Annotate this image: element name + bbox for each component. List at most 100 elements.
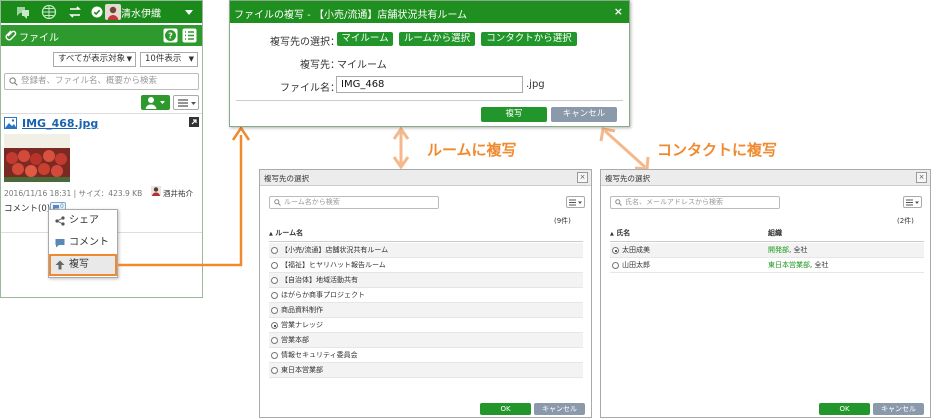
paperclip-icon xyxy=(5,30,17,41)
close-icon[interactable]: × xyxy=(577,172,588,183)
divider xyxy=(610,241,924,242)
view-options-button[interactable] xyxy=(173,95,199,110)
radio-button[interactable] xyxy=(271,352,278,359)
list-item[interactable]: 【自治体】地域活動共有 xyxy=(269,273,583,288)
dialog-header: 複写先の選択 × xyxy=(601,170,930,186)
menu-item-label: コメント xyxy=(69,237,109,248)
radio-button[interactable] xyxy=(271,262,278,269)
menu-icon xyxy=(906,199,919,206)
file-name-link[interactable]: IMG_468.jpg xyxy=(22,117,98,130)
radio-button[interactable] xyxy=(271,292,278,299)
org-rest: , 全社 xyxy=(810,261,829,269)
list-view-icon[interactable] xyxy=(182,28,197,43)
room-search-input[interactable]: ルーム名から検索 xyxy=(269,196,439,209)
radio-button[interactable] xyxy=(612,247,619,254)
view-options-button[interactable] xyxy=(566,196,585,208)
file-thumbnail-image[interactable] xyxy=(4,134,70,182)
menu-item-comment[interactable]: コメント xyxy=(49,232,117,254)
radio-button[interactable] xyxy=(271,322,278,329)
list-item[interactable]: 【福祉】ヒヤリハット報告ルーム xyxy=(269,258,583,273)
org-link[interactable]: 開発部 xyxy=(768,246,789,254)
cancel-button[interactable]: キャンセル xyxy=(873,403,924,415)
ok-button[interactable]: OK xyxy=(480,403,531,415)
radio-button[interactable] xyxy=(271,277,278,284)
my-room-button[interactable]: マイルーム xyxy=(337,32,393,46)
list-item[interactable]: 営業本部 xyxy=(269,333,583,348)
radio-button[interactable] xyxy=(271,367,278,374)
dest-select-label: 複写先の選択： xyxy=(270,37,340,48)
filter-select[interactable]: すべてが表示対象 ▼ xyxy=(53,52,136,67)
list-item[interactable]: 山田太郎 東日本営業部, 全社 xyxy=(610,258,924,273)
ok-button[interactable]: OK xyxy=(819,403,870,415)
dest-value: マイルーム xyxy=(337,60,387,71)
list-item[interactable]: 営業ナレッジ xyxy=(269,318,583,333)
radio-button[interactable] xyxy=(271,307,278,314)
room-select-dialog: 複写先の選択 × ルーム名から検索 (9件) ▲ ルーム名 【小売/流通】店舗状… xyxy=(259,169,592,418)
room-name: 【自治体】地域活動共有 xyxy=(281,276,358,284)
menu-icon xyxy=(178,99,196,107)
close-icon[interactable]: × xyxy=(916,172,927,183)
chat-icon[interactable] xyxy=(15,4,31,20)
column-header-room-name[interactable]: ▲ ルーム名 xyxy=(269,227,583,240)
list-item[interactable]: 商品資料制作 xyxy=(269,303,583,318)
swap-icon[interactable] xyxy=(67,4,83,20)
search-icon xyxy=(274,199,281,206)
cancel-button[interactable]: キャンセル xyxy=(534,403,585,415)
room-copy-annotation: ルームに複写 xyxy=(427,141,517,159)
radio-button[interactable] xyxy=(271,337,278,344)
menu-item-share[interactable]: シェア xyxy=(49,210,117,232)
divider xyxy=(236,100,623,101)
dialog-title: 複写先の選択 xyxy=(605,174,650,183)
uploader-avatar xyxy=(151,186,161,196)
section-title: ファイル xyxy=(19,33,59,44)
column-header-org[interactable]: 組織 xyxy=(768,227,918,240)
menu-item-copy[interactable]: 複写 xyxy=(49,254,117,276)
filter-select-value: すべてが表示対象 xyxy=(58,54,126,64)
per-page-select[interactable]: 10件表示 ▼ xyxy=(140,52,198,67)
image-file-icon xyxy=(4,117,17,129)
dialog-header: ファイルの複写 - 【小売/流通】店舗状況共有ルーム × xyxy=(230,1,629,23)
user-filter-button[interactable] xyxy=(141,95,170,110)
comment-count-label[interactable]: コメント(0) xyxy=(4,202,50,214)
user-menu-caret-icon[interactable] xyxy=(181,4,197,20)
search-icon xyxy=(615,199,622,206)
user-name[interactable]: 清水伊織 xyxy=(121,5,161,20)
column-header-name[interactable]: ▲ 氏名 xyxy=(610,227,760,240)
cancel-button[interactable]: キャンセル xyxy=(551,107,617,122)
globe-icon[interactable] xyxy=(41,4,57,20)
uploader-name[interactable]: 酒井祐介 xyxy=(163,188,193,199)
menu-item-label: 複写 xyxy=(69,259,89,270)
filename-input[interactable]: IMG_468 xyxy=(336,76,523,93)
room-name: 情報セキュリティ委員会 xyxy=(281,351,358,359)
search-input[interactable]: 登録者、ファイル名、概要から検索 xyxy=(4,73,199,90)
expand-icon[interactable] xyxy=(189,117,199,127)
avatar[interactable] xyxy=(105,4,121,20)
view-options-button[interactable] xyxy=(903,196,922,208)
close-icon[interactable]: × xyxy=(614,5,623,18)
contact-name: 太田成美 xyxy=(622,246,650,254)
column-label: 氏名 xyxy=(616,229,631,237)
room-name: 営業ナレッジ xyxy=(281,321,323,329)
help-icon[interactable]: ? xyxy=(163,28,178,43)
dest-label: 複写先： xyxy=(300,60,340,71)
copy-file-dialog: ファイルの複写 - 【小売/流通】店舗状況共有ルーム × 複写先の選択： マイル… xyxy=(229,0,630,127)
list-item[interactable]: 太田成美 開発部, 全社 xyxy=(610,243,924,258)
list-item[interactable]: 情報セキュリティ委員会 xyxy=(269,348,583,363)
file-section-header: ファイル ? xyxy=(1,25,202,46)
select-from-contact-button[interactable]: コンタクトから選択 xyxy=(481,32,577,46)
radio-button[interactable] xyxy=(612,262,619,269)
copy-button[interactable]: 複写 xyxy=(481,107,547,122)
room-name: ほがらか商事プロジェクト xyxy=(281,291,365,299)
radio-button[interactable] xyxy=(271,247,278,254)
menu-item-label: シェア xyxy=(69,215,99,226)
file-extension: .jpg xyxy=(526,79,545,90)
contact-org: 東日本営業部, 全社 xyxy=(768,258,828,273)
list-item[interactable]: 東日本営業部 xyxy=(269,363,583,378)
select-from-room-button[interactable]: ルームから選択 xyxy=(399,32,475,46)
org-link[interactable]: 東日本営業部 xyxy=(768,261,810,269)
list-item[interactable]: ほがらか商事プロジェクト xyxy=(269,288,583,303)
contact-search-input[interactable]: 氏名、メールアドレスから検索 xyxy=(610,196,780,209)
list-item[interactable]: 【小売/流通】店舗状況共有ルーム xyxy=(269,243,583,258)
search-placeholder: ルーム名から検索 xyxy=(284,198,340,206)
per-page-select-value: 10件表示 xyxy=(145,54,182,64)
